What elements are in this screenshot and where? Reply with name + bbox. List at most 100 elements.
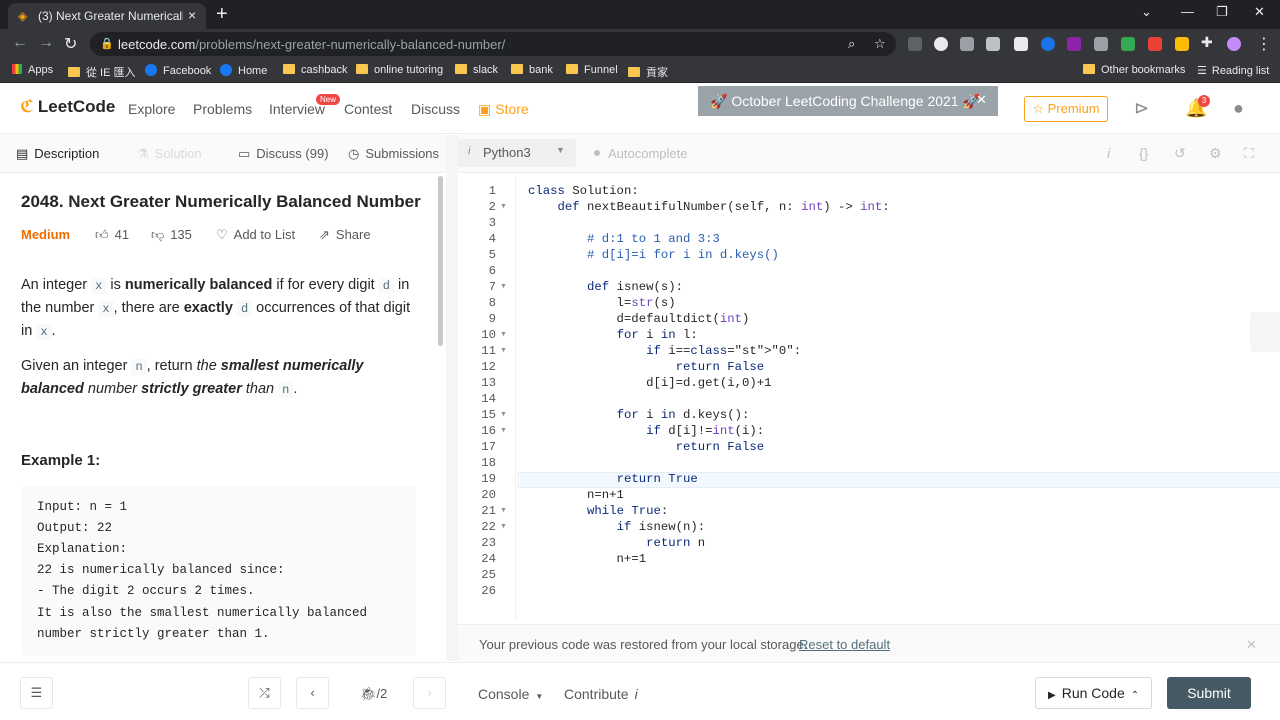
fold-arrow-icon[interactable]: ▼ <box>500 507 507 514</box>
banner-close-icon[interactable]: ✕ <box>976 92 987 108</box>
extension-icon[interactable] <box>1148 37 1162 51</box>
code-line[interactable]: d[i]=d.get(i,0)+1 <box>528 376 771 390</box>
nav-contest[interactable]: Contest <box>344 101 392 117</box>
contribute-button[interactable]: Contribute i <box>564 686 638 702</box>
code-line[interactable]: for i in l: <box>528 328 698 342</box>
nav-store[interactable]: ▣ Store <box>478 101 529 118</box>
extension-icon[interactable] <box>1121 37 1135 51</box>
submit-button[interactable]: Submit <box>1167 677 1251 709</box>
address-bar[interactable]: 🔒 leetcode.com/problems/next-greater-num… <box>90 32 896 56</box>
prev-problem-button[interactable]: ‹ <box>296 677 329 709</box>
reload-icon[interactable]: ↻ <box>64 34 77 54</box>
code-line[interactable]: n=n+1 <box>528 488 624 502</box>
share-button[interactable]: ⇗ Share <box>319 227 371 243</box>
code-line[interactable]: return False <box>528 360 765 374</box>
reset-to-default-link[interactable]: Reset to default <box>799 637 890 652</box>
tab-description[interactable]: ▤ Description <box>16 146 99 162</box>
dislike-button[interactable]: 👎︎ 135 <box>151 227 192 243</box>
code-line[interactable]: l=str(s) <box>528 296 676 310</box>
code-line[interactable]: return True <box>528 472 698 486</box>
close-notice-icon[interactable]: ✕ <box>1246 637 1257 653</box>
nav-problems[interactable]: Problems <box>193 101 252 117</box>
playground-icon[interactable]: ⊳ <box>1134 98 1149 119</box>
code-line[interactable]: return False <box>528 440 765 454</box>
new-tab-icon[interactable]: + <box>216 3 228 26</box>
extension-icon[interactable] <box>908 37 922 51</box>
run-code-button[interactable]: ▶ Run Code ⌃ <box>1035 677 1152 709</box>
extension-icon[interactable] <box>1094 37 1108 51</box>
extension-icon[interactable] <box>960 37 974 51</box>
settings-icon[interactable]: ⚙ <box>1209 145 1222 162</box>
forward-icon[interactable]: → <box>38 34 54 52</box>
like-button[interactable]: 👍︎ 41 <box>95 227 129 243</box>
bookmark-home[interactable]: Home <box>220 64 267 77</box>
tab-search-icon[interactable]: ⌄ <box>1141 4 1152 20</box>
description-scrollbar[interactable] <box>438 176 443 346</box>
premium-button[interactable]: ☆ Premium <box>1024 96 1108 122</box>
bookmark-facebook[interactable]: Facebook <box>145 64 211 77</box>
code-line[interactable]: # d:1 to 1 and 3:3 <box>528 232 720 246</box>
fold-arrow-icon[interactable]: ▼ <box>500 411 507 418</box>
code-line[interactable]: def nextBeautifulNumber(self, n: int) ->… <box>528 200 890 214</box>
autocomplete-toggle[interactable]: Autocomplete <box>594 146 688 161</box>
nav-explore[interactable]: Explore <box>128 101 175 117</box>
extension-icon[interactable] <box>1014 37 1028 51</box>
bookmark-apps[interactable]: Apps <box>12 64 53 76</box>
maximize-icon[interactable]: ❐ <box>1216 4 1228 20</box>
code-line[interactable]: n+=1 <box>528 552 647 566</box>
tab-submissions[interactable]: ◷ Submissions <box>348 146 439 162</box>
user-avatar-icon[interactable]: ● <box>1233 98 1244 119</box>
bookmark-other[interactable]: Other bookmarks <box>1083 64 1185 76</box>
tab-discuss[interactable]: ▭ Discuss (99) <box>238 146 329 162</box>
side-panel-toggle[interactable] <box>1250 312 1280 352</box>
bookmark-cashback[interactable]: cashback <box>283 64 347 76</box>
problem-list-button[interactable]: ☰ <box>20 677 53 709</box>
reading-list[interactable]: ☰ Reading list <box>1197 64 1269 77</box>
leetcode-logo[interactable]: ℭ LeetCode <box>20 97 115 117</box>
bookmark-bank[interactable]: bank <box>511 64 553 76</box>
bookmark-funnel[interactable]: Funnel <box>566 64 618 76</box>
add-to-list-button[interactable]: ♡ Add to List <box>216 227 295 243</box>
back-icon[interactable]: ← <box>12 34 28 52</box>
close-tab-icon[interactable]: × <box>188 7 196 23</box>
reset-icon[interactable]: ↺ <box>1174 145 1186 162</box>
fullscreen-icon[interactable]: ⛶ <box>1244 145 1254 162</box>
profile-avatar-icon[interactable] <box>1227 37 1241 51</box>
fold-arrow-icon[interactable]: ▼ <box>500 203 507 210</box>
window-close-icon[interactable]: ✕ <box>1254 4 1265 20</box>
extension-icon[interactable] <box>1067 37 1081 51</box>
bookmark-ie-import[interactable]: 從 IE 匯入 <box>68 64 136 80</box>
nav-discuss[interactable]: Discuss <box>411 101 460 117</box>
code-line[interactable]: # d[i]=i for i in d.keys() <box>528 248 779 262</box>
code-line[interactable]: if d[i]!=int(i): <box>528 424 764 438</box>
language-select[interactable]: i Python3 ▼ <box>458 139 576 167</box>
bookmark-online-tutoring[interactable]: online tutoring <box>356 64 443 76</box>
extension-icon[interactable] <box>1175 37 1189 51</box>
code-line[interactable]: for i in d.keys(): <box>528 408 750 422</box>
code-line[interactable]: while True: <box>528 504 668 518</box>
random-problem-button[interactable]: ⤮ <box>248 677 281 709</box>
braces-icon[interactable]: {} <box>1139 145 1148 161</box>
extension-icon[interactable] <box>1041 37 1055 51</box>
extension-icon[interactable] <box>934 37 948 51</box>
fold-arrow-icon[interactable]: ▼ <box>500 427 507 434</box>
fold-arrow-icon[interactable]: ▼ <box>500 347 507 354</box>
extension-icon[interactable] <box>986 37 1000 51</box>
code-line[interactable]: d=defaultdict(int) <box>528 312 750 326</box>
code-line[interactable]: if isnew(n): <box>528 520 706 534</box>
code-line[interactable]: return n <box>528 536 705 550</box>
code-editor[interactable]: 1 class Solution: 2 ▼ def nextBeautifulNumb… <box>458 176 1280 620</box>
code-line[interactable]: def isnew(s): <box>528 280 683 294</box>
panel-splitter[interactable] <box>446 135 458 661</box>
info-icon[interactable]: i <box>1107 145 1110 161</box>
extensions-puzzle-icon[interactable]: ✚ <box>1201 34 1213 51</box>
fold-arrow-icon[interactable]: ▼ <box>500 523 507 530</box>
challenge-banner[interactable]: 🚀 October LeetCoding Challenge 2021 🚀 ✕ <box>698 86 998 116</box>
next-problem-button[interactable]: › <box>413 677 446 709</box>
menu-kebab-icon[interactable]: ⋮ <box>1256 34 1272 54</box>
bookmark-star-icon[interactable]: ☆ <box>874 36 886 52</box>
code-line[interactable]: class Solution: <box>528 184 639 198</box>
console-toggle[interactable]: Console ▼ <box>478 686 543 702</box>
browser-tab[interactable]: ◈ (3) Next Greater Numerically Bala × <box>8 3 206 29</box>
fold-arrow-icon[interactable]: ▼ <box>500 283 507 290</box>
